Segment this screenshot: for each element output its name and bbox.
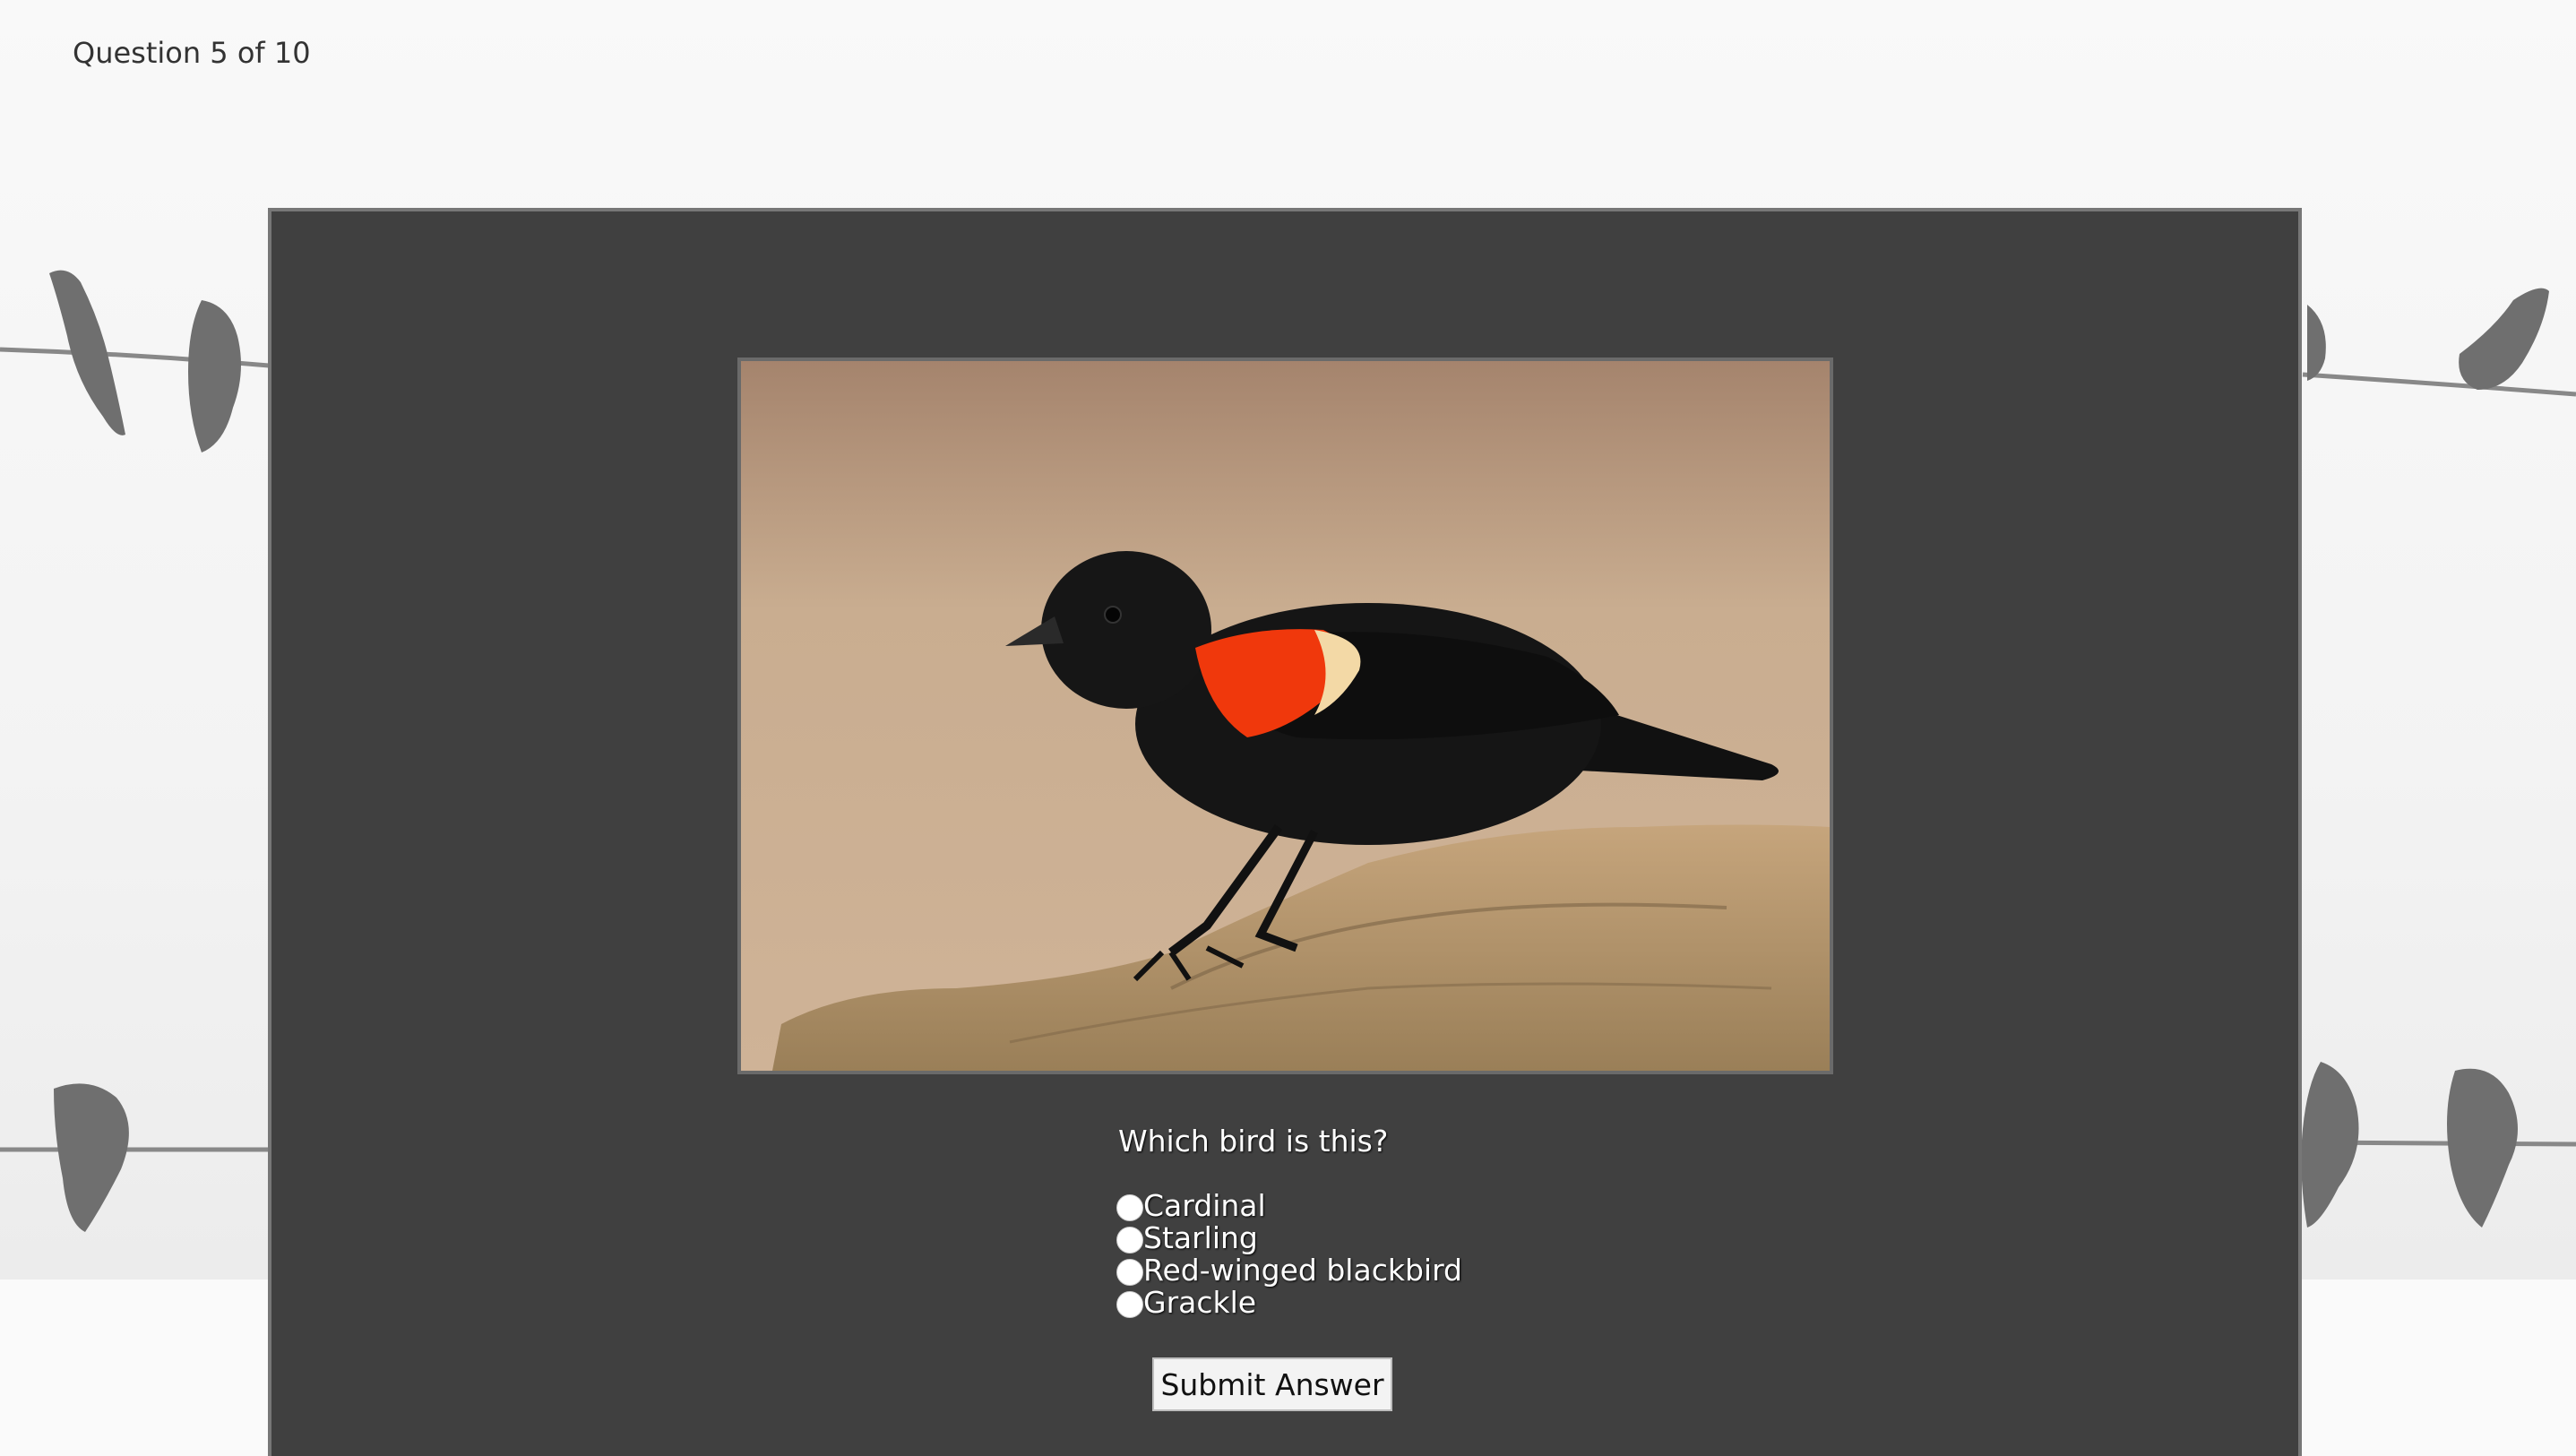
bird-silhouette [188,300,241,452]
bird-silhouette [2447,1068,2518,1228]
bird-silhouette [2307,305,2326,381]
answer-option-red-winged-blackbird[interactable]: Red-winged blackbird [1116,1254,1462,1287]
bird-silhouette [2301,1062,2359,1228]
answer-options: Cardinal Starling Red-winged blackbird G… [1116,1190,1462,1319]
answer-option-label: Starling [1143,1220,1258,1255]
radio-button[interactable] [1116,1291,1143,1318]
wire-right-upper [2302,372,2576,397]
radio-button[interactable] [1116,1259,1143,1286]
answer-option-label: Red-winged blackbird [1143,1253,1463,1288]
answer-option-cardinal[interactable]: Cardinal [1116,1190,1462,1222]
answer-option-label: Grackle [1143,1285,1257,1320]
question-text: Which bird is this? [1118,1124,1389,1159]
question-progress: Question 5 of 10 [73,36,311,70]
answer-option-label: Cardinal [1143,1188,1266,1223]
bird-silhouette [54,1083,129,1232]
answer-option-grackle[interactable]: Grackle [1116,1287,1462,1319]
radio-button[interactable] [1116,1194,1143,1221]
bird-silhouette [2459,288,2549,390]
bird-photo [737,358,1833,1074]
radio-button[interactable] [1116,1227,1143,1254]
submit-answer-button[interactable]: Submit Answer [1152,1357,1392,1411]
red-winged-blackbird-image [741,361,1830,1071]
answer-option-starling[interactable]: Starling [1116,1222,1462,1254]
